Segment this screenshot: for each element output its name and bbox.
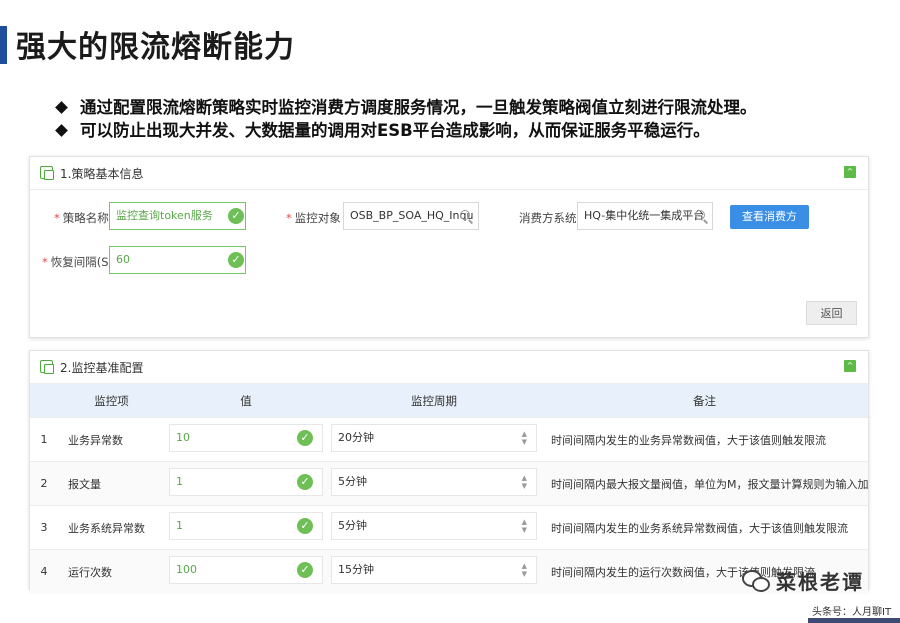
col-header-index xyxy=(30,384,58,418)
value-cell: 1 ✓ xyxy=(165,461,327,506)
period-cell: 5分钟 ▲ ▼ xyxy=(327,461,541,506)
view-consumer-button[interactable]: 查看消费方 xyxy=(730,205,809,229)
input-value: 10 xyxy=(176,431,190,444)
value-cell: 100 ✓ xyxy=(165,549,327,593)
policy-name-label: * 策略名称 xyxy=(54,210,109,226)
monitor-item: 业务异常数 xyxy=(58,417,165,462)
panel-header: 1.策略基本信息 ^ xyxy=(30,157,868,190)
period-input[interactable]: 5分钟 xyxy=(331,512,537,540)
recovery-interval-input[interactable]: 60 xyxy=(109,246,246,274)
bullet-text: 可以防止出现大并发、大数据量的调用对ESB平台造成影响，从而保证服务平稳运行。 xyxy=(80,121,710,140)
check-circle-icon: ✓ xyxy=(297,474,313,490)
col-header-item: 监控项 xyxy=(58,384,165,418)
required-mark: * xyxy=(42,255,48,269)
check-circle-icon: ✓ xyxy=(297,562,313,578)
consumer-system-label: 消费方系统 xyxy=(519,211,577,225)
input-value: OSB_BP_SOA_HQ_Inqu xyxy=(350,209,474,222)
col-header-period: 监控周期 xyxy=(327,384,541,418)
bullet-item: 可以防止出现大并发、大数据量的调用对ESB平台造成影响，从而保证服务平稳运行。 xyxy=(55,119,757,142)
period-input[interactable]: 5分钟 xyxy=(331,468,537,496)
search-icon[interactable] xyxy=(695,210,705,220)
input-value: 5分钟 xyxy=(338,475,367,488)
label-text: 恢复间隔(S) xyxy=(50,255,114,269)
collapse-icon[interactable]: ^ xyxy=(844,360,856,372)
bottom-strip xyxy=(808,618,900,623)
label-text: 策略名称 xyxy=(62,211,109,225)
check-circle-icon: ✓ xyxy=(228,208,244,224)
monitor-item: 报文量 xyxy=(58,461,165,506)
bullet-text: 通过配置限流熔断策略实时监控消费方调度服务情况，一旦触发策略阀值立刻进行限流处理… xyxy=(80,98,757,117)
back-button[interactable]: 返回 xyxy=(806,301,857,325)
value-cell: 1 ✓ xyxy=(165,505,327,550)
check-circle-icon: ✓ xyxy=(297,430,313,446)
monitor-target-label: * 监控对象 xyxy=(286,210,341,226)
input-value: 15分钟 xyxy=(338,563,374,576)
input-value: 20分钟 xyxy=(338,431,374,444)
diamond-bullet-icon xyxy=(55,101,68,114)
row-number: 3 xyxy=(30,505,58,550)
panel-title: 2.监控基准配置 xyxy=(60,361,144,375)
spinner-icon[interactable]: ▲ ▼ xyxy=(522,518,527,534)
row-number: 1 xyxy=(30,417,58,462)
bullet-list: 通过配置限流熔断策略实时监控消费方调度服务情况，一旦触发策略阀值立刻进行限流处理… xyxy=(55,96,757,142)
input-value: 1 xyxy=(176,519,183,532)
spinner-icon[interactable]: ▲ ▼ xyxy=(522,474,527,490)
input-value: 监控查询token服务 xyxy=(116,209,213,222)
policy-name-input[interactable]: 监控查询token服务 xyxy=(109,202,246,230)
col-header-value: 值 xyxy=(165,384,327,418)
period-input[interactable]: 15分钟 xyxy=(331,556,537,584)
table-row: 3 业务系统异常数 1 ✓ 5分钟 ▲ ▼ 时间间隔内发生的业务系统异常数阀值，大… xyxy=(30,505,868,550)
note-cell: 时间间隔内发生的业务异常数阀值，大于该值则触发限流 xyxy=(541,417,868,462)
period-input[interactable]: 20分钟 xyxy=(331,424,537,452)
table-header-row: 监控项 值 监控周期 备注 xyxy=(30,384,868,418)
consumer-system-input[interactable]: HQ-集中化统一集成平台 xyxy=(577,202,713,230)
search-icon[interactable] xyxy=(460,210,470,220)
monitor-target-input[interactable]: OSB_BP_SOA_HQ_Inqu xyxy=(343,202,479,230)
window-icon xyxy=(40,360,54,374)
policy-basic-info-panel: 1.策略基本信息 ^ * 策略名称 监控查询token服务 ✓ * 监控对象 OSB… xyxy=(29,156,869,338)
monitor-item: 业务系统异常数 xyxy=(58,505,165,550)
panel-title: 1.策略基本信息 xyxy=(60,167,144,181)
table-row: 1 业务异常数 10 ✓ 20分钟 ▲ ▼ 时间间隔内发生的业务异常数阀值，大于该… xyxy=(30,417,868,462)
input-value: 1 xyxy=(176,475,183,488)
period-cell: 20分钟 ▲ ▼ xyxy=(327,417,541,462)
diamond-bullet-icon xyxy=(55,124,68,137)
input-value: 100 xyxy=(176,563,197,576)
required-mark: * xyxy=(286,211,292,225)
monitor-config-table: 监控项 值 监控周期 备注 1 业务异常数 10 ✓ 20分钟 ▲ ▼ 时间间隔内… xyxy=(30,384,868,593)
collapse-icon[interactable]: ^ xyxy=(844,166,856,178)
title-accent-bar xyxy=(0,26,7,64)
input-value: HQ-集中化统一集成平台 xyxy=(584,209,705,222)
monitor-baseline-panel: 2.监控基准配置 ^ 监控项 值 监控周期 备注 1 业务异常数 10 ✓ 20… xyxy=(29,350,869,593)
period-cell: 15分钟 ▲ ▼ xyxy=(327,549,541,593)
table-row: 2 报文量 1 ✓ 5分钟 ▲ ▼ 时间间隔内最大报文量阀值，单位为M，报文量计算… xyxy=(30,461,868,506)
bullet-item: 通过配置限流熔断策略实时监控消费方调度服务情况，一旦触发策略阀值立刻进行限流处理… xyxy=(55,96,757,119)
note-cell: 时间间隔内发生的业务系统异常数阀值，大于该值则触发限流 xyxy=(541,505,868,550)
watermark: 菜根老谭 xyxy=(742,566,864,595)
spinner-icon[interactable]: ▲ ▼ xyxy=(522,430,527,446)
col-header-note: 备注 xyxy=(541,384,868,418)
check-circle-icon: ✓ xyxy=(297,518,313,534)
note-cell: 时间间隔内最大报文量阀值，单位为M，报文量计算规则为输入加输出总的 xyxy=(541,461,868,506)
row-number: 4 xyxy=(30,549,58,593)
input-value: 60 xyxy=(116,253,130,266)
wechat-logo-icon xyxy=(742,568,772,594)
recovery-interval-label: * 恢复间隔(S) xyxy=(42,254,113,270)
value-cell: 10 ✓ xyxy=(165,417,327,462)
monitor-item: 运行次数 xyxy=(58,549,165,593)
check-circle-icon: ✓ xyxy=(228,252,244,268)
input-value: 5分钟 xyxy=(338,519,367,532)
period-cell: 5分钟 ▲ ▼ xyxy=(327,505,541,550)
label-text: 监控对象 xyxy=(294,211,341,225)
row-number: 2 xyxy=(30,461,58,506)
window-icon xyxy=(40,166,54,180)
watermark-name: 菜根老谭 xyxy=(776,570,864,594)
slide-title: 强大的限流熔断能力 xyxy=(16,30,295,65)
panel-header: 2.监控基准配置 ^ xyxy=(30,351,868,384)
watermark-subtitle: 头条号：人月聊IT xyxy=(812,607,892,618)
spinner-icon[interactable]: ▲ ▼ xyxy=(522,562,527,578)
required-mark: * xyxy=(54,211,60,225)
